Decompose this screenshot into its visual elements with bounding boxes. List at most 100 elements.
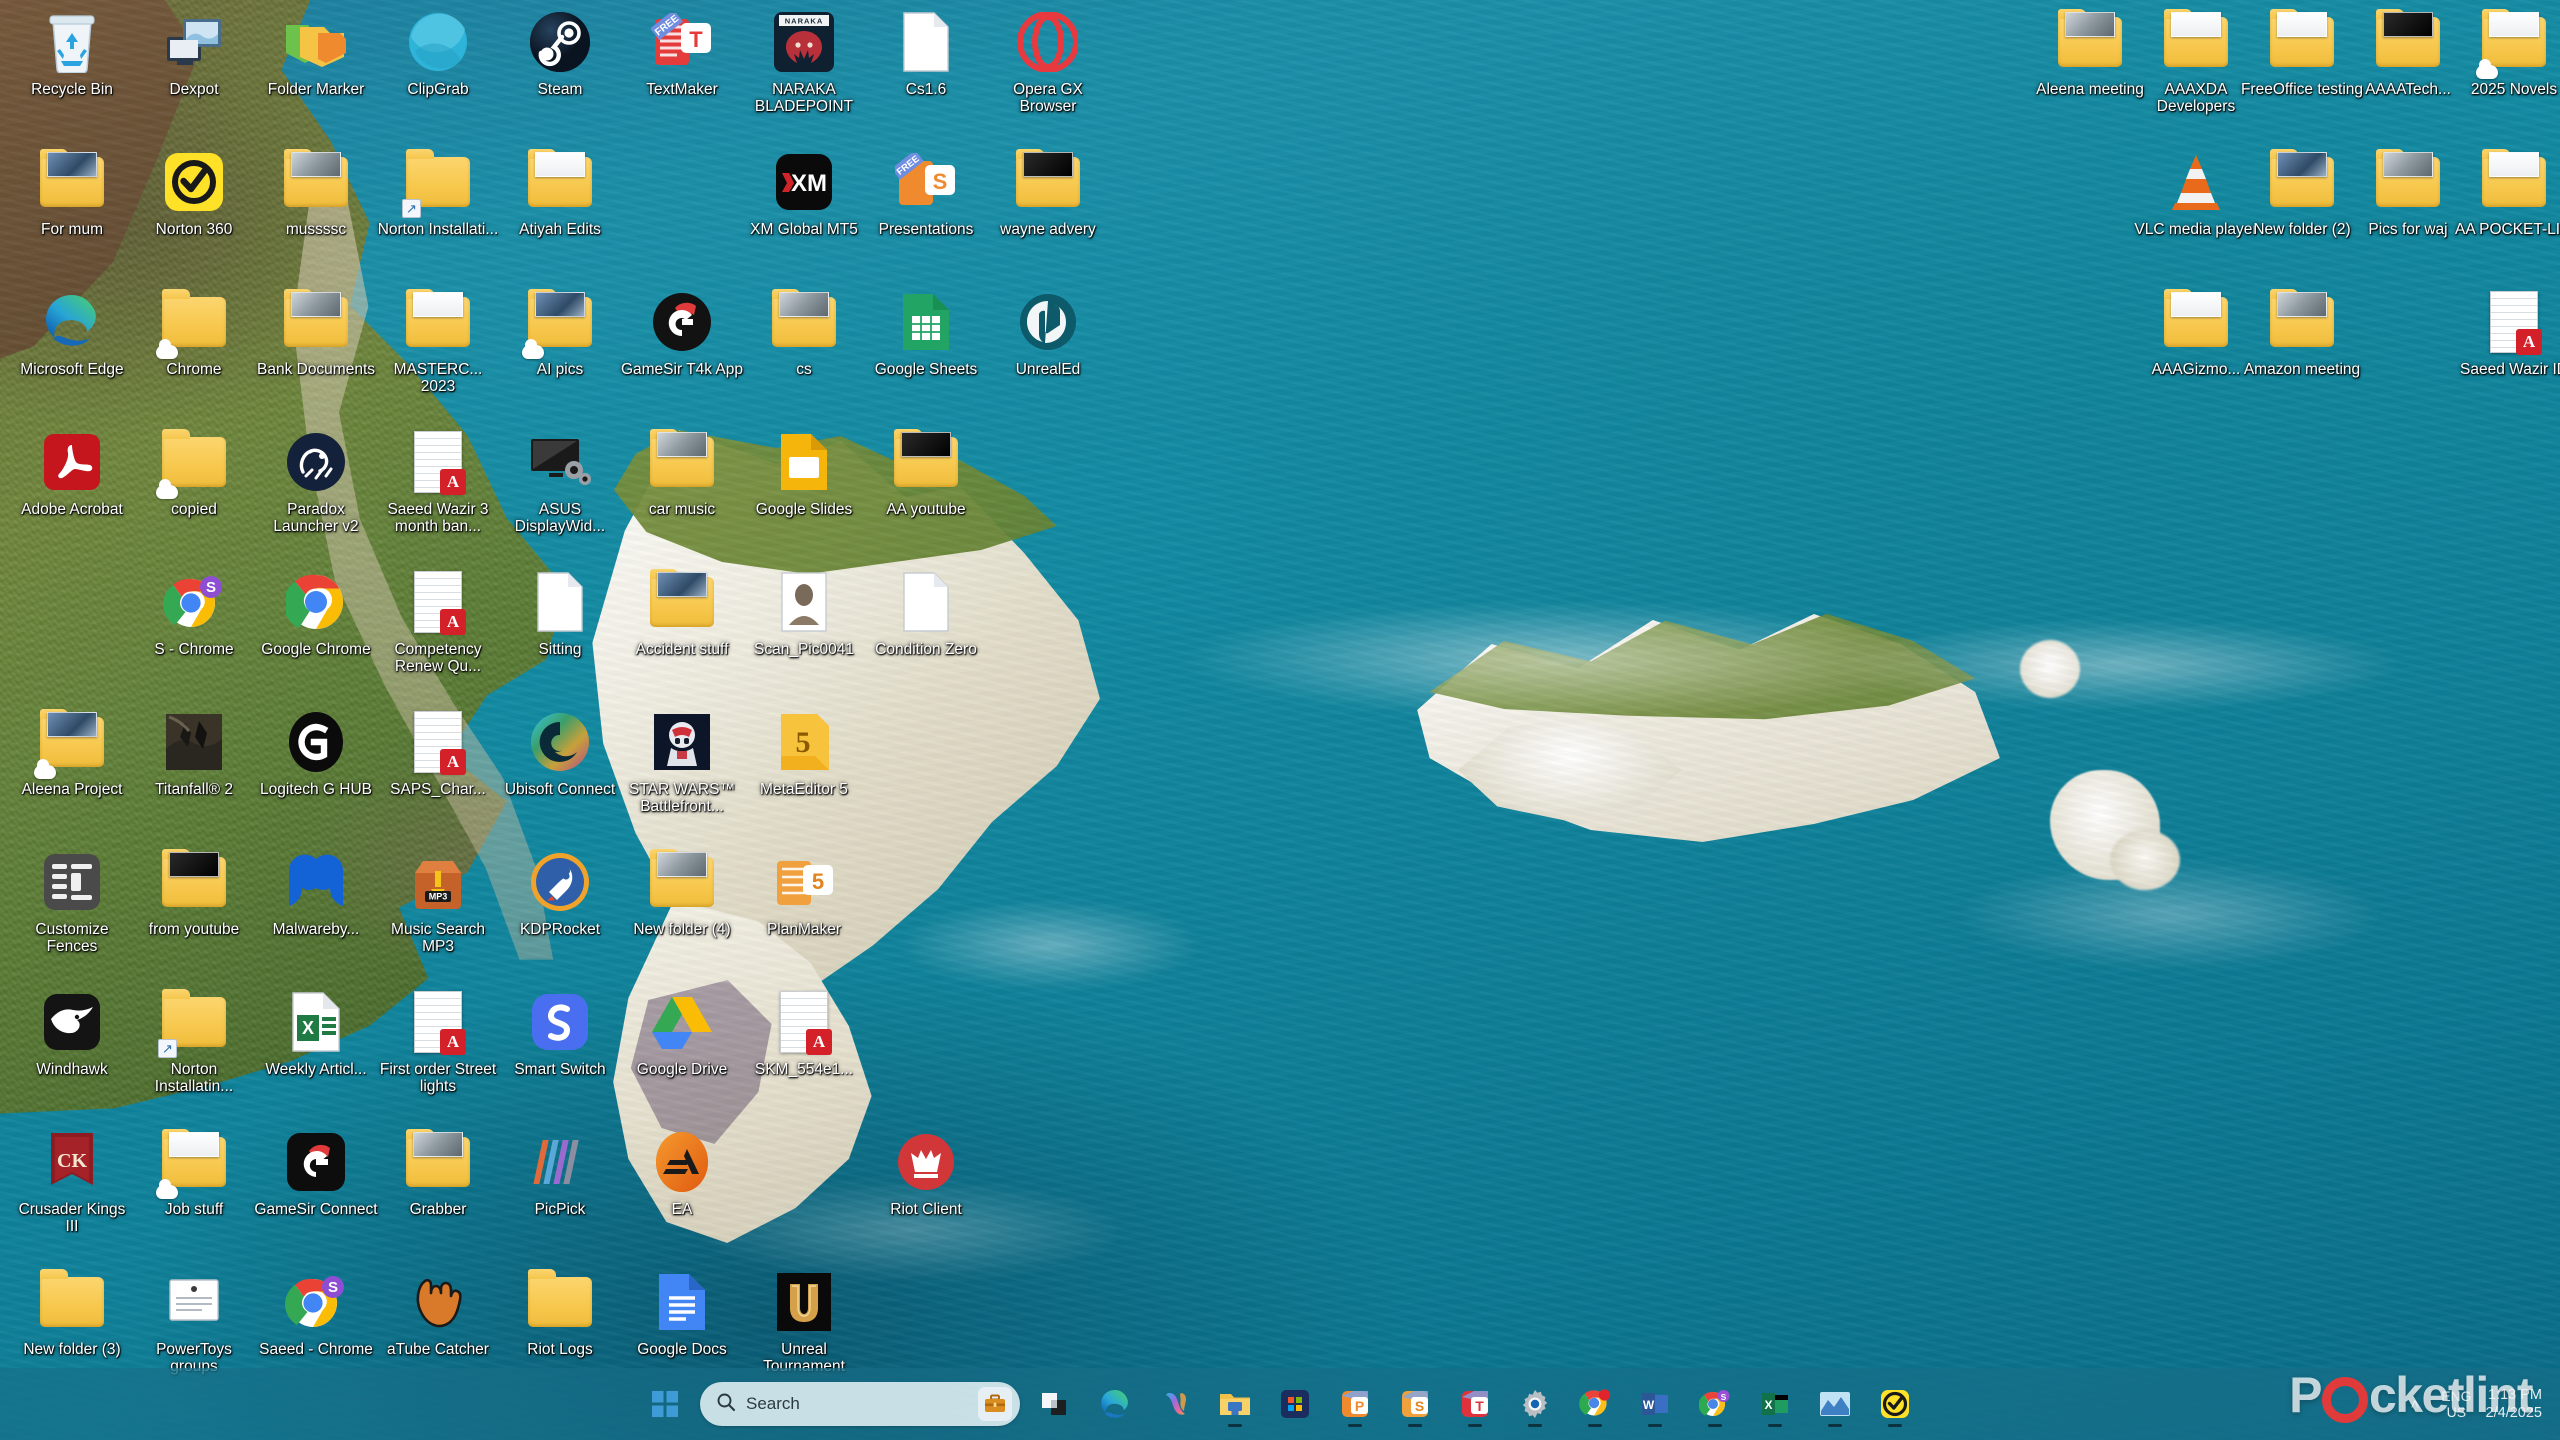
desktop-icon-windhawk[interactable]: Windhawk	[10, 988, 134, 1078]
taskbar-item-microsoft-store[interactable]	[1270, 1379, 1320, 1429]
desktop-icon-recycle-bin[interactable]: Recycle Bin	[10, 8, 134, 98]
desktop-icon-titanfall-2[interactable]: Titanfall® 2	[132, 708, 256, 798]
desktop-icon-adobe-acrobat[interactable]: Adobe Acrobat	[10, 428, 134, 518]
watermark-text-mid: cketlint	[2368, 1367, 2534, 1423]
taskbar-item-norton-360[interactable]	[1870, 1379, 1920, 1429]
taskbar-item-textmaker[interactable]: T	[1450, 1379, 1500, 1429]
desktop-icon-grabber[interactable]: Grabber	[376, 1128, 500, 1218]
desktop-icon-mussssc[interactable]: mussssc	[254, 148, 378, 238]
desktop-icon-for-mum[interactable]: For mum	[10, 148, 134, 238]
taskbar-item-charts-app[interactable]	[1810, 1379, 1860, 1429]
desktop-icon-saeed-wazir-3-month-ban[interactable]: A Saeed Wazir 3 month ban...	[376, 428, 500, 535]
desktop-icon-wayne-advery[interactable]: wayne advery	[986, 148, 1110, 238]
taskbar-item-planmaker[interactable]: S	[1390, 1379, 1440, 1429]
desktop-icon-norton-installati[interactable]: ↗ Norton Installati...	[376, 148, 500, 238]
taskbar-item-file-explorer[interactable]	[1210, 1379, 1260, 1429]
desktop-icon-job-stuff[interactable]: Job stuff	[132, 1128, 256, 1218]
desktop-icon-masterc-2023[interactable]: MASTERC... 2023	[376, 288, 500, 395]
desktop-icon-star-wars-battlefront[interactable]: STAR WARS™ Battlefront...	[620, 708, 744, 815]
desktop-icon-amazon-meeting[interactable]: Amazon meeting	[2240, 288, 2364, 378]
desktop-icon-skm-554e1[interactable]: A SKM_554e1...	[742, 988, 866, 1078]
desktop-icon-cs1-6[interactable]: Cs1.6	[864, 8, 988, 98]
desktop-icon-weekly-articl[interactable]: X Weekly Articl...	[254, 988, 378, 1078]
desktop-icon-google-drive[interactable]: Google Drive	[620, 988, 744, 1078]
desktop-icon-aa-youtube[interactable]: AA youtube	[864, 428, 988, 518]
desktop-icon-google-sheets[interactable]: Google Sheets	[864, 288, 988, 378]
desktop-icon-new-folder-3[interactable]: New folder (3)	[10, 1268, 134, 1358]
desktop-icon-steam[interactable]: Steam	[498, 8, 622, 98]
desktop-icon-scan-pic0041[interactable]: Scan_Pic0041	[742, 568, 866, 658]
desktop-icon-cs[interactable]: cs	[742, 288, 866, 378]
desktop-icon-google-docs[interactable]: Google Docs	[620, 1268, 744, 1358]
taskbar-item-presentations[interactable]: P	[1330, 1379, 1380, 1429]
desktop-icon-picpick[interactable]: PicPick	[498, 1128, 622, 1218]
desktop-icon-google-chrome[interactable]: Google Chrome	[254, 568, 378, 658]
desktop-icon-2025-novels[interactable]: 2025 Novels	[2452, 8, 2560, 98]
desktop-icon-ea[interactable]: EA	[620, 1128, 744, 1218]
desktop-icon-gamesir-t4k-app[interactable]: GameSir T4k App	[620, 288, 744, 378]
desktop-icon-copied[interactable]: copied	[132, 428, 256, 518]
desktop-icon-unreal-tournament[interactable]: Unreal Tournament	[742, 1268, 866, 1375]
desktop-icon-first-order-street-lights[interactable]: A First order Street lights	[376, 988, 500, 1095]
desktop-icon-google-slides[interactable]: Google Slides	[742, 428, 866, 518]
taskbar-item-task-view[interactable]	[1030, 1379, 1080, 1429]
taskbar-item-google-chrome[interactable]	[1570, 1379, 1620, 1429]
taskbar-item-microsoft-word[interactable]: W	[1630, 1379, 1680, 1429]
desktop-icon-logitech-g-hub[interactable]: Logitech G HUB	[254, 708, 378, 798]
desktop-icon-accident-stuff[interactable]: Accident stuff	[620, 568, 744, 658]
desktop-icon-atube-catcher[interactable]: aTube Catcher	[376, 1268, 500, 1358]
desktop-icon-norton-installatin[interactable]: ↗ Norton Installatin...	[132, 988, 256, 1095]
desktop-icon-paradox-launcher-v2[interactable]: Paradox Launcher v2	[254, 428, 378, 535]
desktop-icon-condition-zero[interactable]: Condition Zero	[864, 568, 988, 658]
desktop-icon-malwareby[interactable]: Malwareby...	[254, 848, 378, 938]
folder-icon	[282, 148, 350, 216]
desktop-icon-textmaker[interactable]: T FREE TextMaker	[620, 8, 744, 98]
desktop-icon-new-folder-4[interactable]: New folder (4)	[620, 848, 744, 938]
taskbar-item-microsoft-edge[interactable]	[1090, 1379, 1140, 1429]
desktop-icon-saps-char[interactable]: A SAPS_Char...	[376, 708, 500, 798]
desktop-icon-kdprocket[interactable]: KDPRocket	[498, 848, 622, 938]
desktop-icon-opera-gx-browser[interactable]: Opera GX Browser	[986, 8, 1110, 115]
desktop-icon-presentations[interactable]: S FREE Presentations	[864, 148, 988, 238]
search-input[interactable]: Search	[700, 1382, 1020, 1426]
taskbar-item-copilot[interactable]	[1150, 1379, 1200, 1429]
desktop-icon-sitting[interactable]: Sitting	[498, 568, 622, 658]
taskbar-item-chrome-profile-s[interactable]: S	[1690, 1379, 1740, 1429]
desktop-icon-powertoys-groups[interactable]: PowerToys groups	[132, 1268, 256, 1375]
desktop-icon-smart-switch[interactable]: Smart Switch	[498, 988, 622, 1078]
desktop-icon-saeed-wazir-id[interactable]: A Saeed Wazir ID	[2452, 288, 2560, 378]
desktop-icon-unrealed[interactable]: UnrealEd	[986, 288, 1110, 378]
taskbar-item-microsoft-excel[interactable]: X	[1750, 1379, 1800, 1429]
desktop-icon-xm-global-mt5[interactable]: XM XM Global MT5	[742, 148, 866, 238]
desktop-icon-customize-fences[interactable]: Customize Fences	[10, 848, 134, 955]
desktop-icon-microsoft-edge[interactable]: Microsoft Edge	[10, 288, 134, 378]
desktop-icon-music-search-mp3[interactable]: MP3 Music Search MP3	[376, 848, 500, 955]
desktop-icon-asus-displaywid[interactable]: ASUS DisplayWid...	[498, 428, 622, 535]
desktop-icon-ai-pics[interactable]: AI pics	[498, 288, 622, 378]
desktop-icon-car-music[interactable]: car music	[620, 428, 744, 518]
desktop-icon-gamesir-connect[interactable]: GameSir Connect	[254, 1128, 378, 1218]
briefcase-icon[interactable]	[978, 1387, 1012, 1421]
desktop-icon-riot-logs[interactable]: Riot Logs	[498, 1268, 622, 1358]
start-button[interactable]	[640, 1379, 690, 1429]
desktop-icon-competency-renew-qu[interactable]: A Competency Renew Qu...	[376, 568, 500, 675]
desktop-icon-from-youtube[interactable]: from youtube	[132, 848, 256, 938]
desktop-icon-chrome[interactable]: Chrome	[132, 288, 256, 378]
desktop-icon-aa-pocket-li[interactable]: AA POCKET-LI...	[2452, 148, 2560, 238]
desktop-icon-clipgrab[interactable]: ClipGrab	[376, 8, 500, 98]
desktop-icon-saeed-chrome[interactable]: S Saeed - Chrome	[254, 1268, 378, 1358]
desktop-icon-dexpot[interactable]: Dexpot	[132, 8, 256, 98]
taskbar-item-settings[interactable]	[1510, 1379, 1560, 1429]
desktop-icon-riot-client[interactable]: Riot Client	[864, 1128, 988, 1218]
desktop-icon-bank-documents[interactable]: Bank Documents	[254, 288, 378, 378]
desktop-icon-s-chrome[interactable]: S S - Chrome	[132, 568, 256, 658]
desktop-icon-folder-marker[interactable]: Folder Marker	[254, 8, 378, 98]
desktop-icon-aleena-project[interactable]: Aleena Project	[10, 708, 134, 798]
desktop-icon-crusader-kings-iii[interactable]: CK Crusader Kings III	[10, 1128, 134, 1235]
desktop-icon-planmaker[interactable]: 5 PlanMaker	[742, 848, 866, 938]
desktop-icon-ubisoft-connect[interactable]: Ubisoft Connect	[498, 708, 622, 798]
desktop-icon-norton-360[interactable]: Norton 360	[132, 148, 256, 238]
desktop-icon-atiyah-edits[interactable]: Atiyah Edits	[498, 148, 622, 238]
desktop-icon-naraka-bladepoint[interactable]: NARAKA NARAKA BLADEPOINT	[742, 8, 866, 115]
desktop-icon-metaeditor-5[interactable]: 5 MetaEditor 5	[742, 708, 866, 798]
